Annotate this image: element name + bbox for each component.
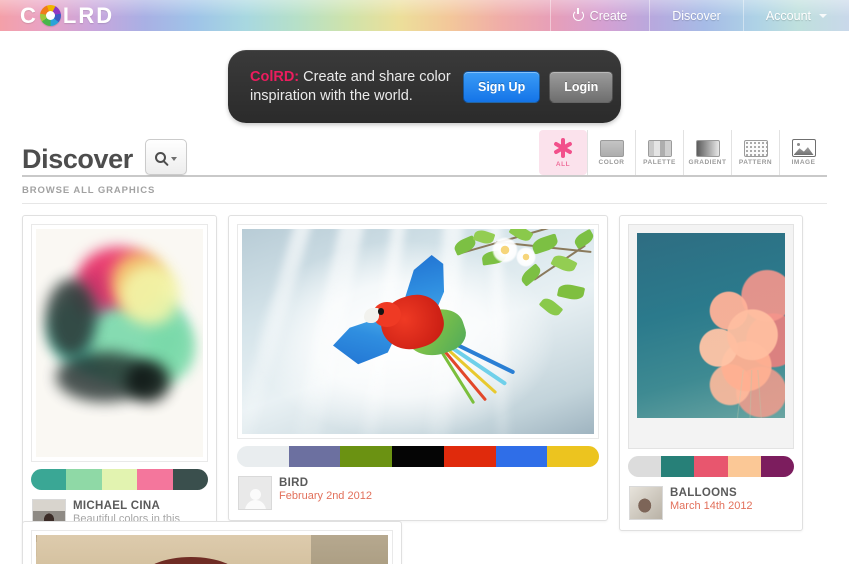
- search-icon: [154, 151, 166, 163]
- balloons-photo-image: [637, 233, 785, 418]
- promo-banner-region: ColRD: Create and share color inspiratio…: [0, 31, 849, 123]
- results-grid: MICHAEL CINA Beautiful colors in this ab…: [0, 204, 849, 564]
- page-title: Discover: [22, 144, 133, 174]
- filter-label-color: COLOR: [598, 158, 625, 166]
- nav-label-account: Account: [765, 8, 811, 23]
- filter-label-image: IMAGE: [791, 159, 816, 166]
- promo-brand-label: ColRD:: [250, 68, 300, 85]
- avatar[interactable]: [629, 486, 663, 520]
- filter-label-gradient: GRADIENT: [688, 158, 727, 166]
- power-icon: [572, 8, 584, 21]
- card-date: March 14th 2012: [670, 500, 753, 512]
- nav-label-discover: Discover: [672, 8, 721, 23]
- filter-gradient[interactable]: GRADIENT: [683, 130, 731, 175]
- palette-swatches-balloons[interactable]: [628, 456, 794, 477]
- results-scroll-area[interactable]: MICHAEL CINA Beautiful colors in this ab…: [0, 204, 849, 564]
- asterisk-icon: [552, 137, 574, 159]
- filter-button-group: ALL COLOR PALETTE GRADIENT PATTERN IMAGE: [539, 130, 827, 175]
- macaw-illustration: [341, 258, 524, 406]
- image-icon: [791, 139, 816, 157]
- logo-text-right: LRD: [62, 3, 115, 28]
- nav-item-discover[interactable]: Discover: [649, 0, 743, 31]
- color-swatch-icon: [599, 139, 624, 157]
- card-title[interactable]: MICHAEL CINA: [73, 499, 207, 513]
- login-button[interactable]: Login: [549, 70, 614, 103]
- promo-banner-actions: Sign Up Login: [463, 70, 614, 103]
- card-date: February 2nd 2012: [279, 490, 372, 502]
- browse-section-label: BROWSE ALL GRAPHICS: [22, 185, 156, 196]
- nav-item-create[interactable]: Create: [549, 0, 650, 31]
- promo-banner: ColRD: Create and share color inspiratio…: [228, 50, 621, 123]
- pattern-icon: [743, 139, 768, 157]
- card-partial-next-row[interactable]: [22, 521, 402, 564]
- top-navigation-bar: C LRD Create Discover Account: [0, 0, 849, 31]
- filter-label-pattern: PATTERN: [738, 158, 773, 166]
- color-wheel-icon: [39, 5, 61, 26]
- filter-label-palette: PALETTE: [643, 158, 676, 166]
- search-button[interactable]: [144, 139, 187, 175]
- bird-photo-image: [242, 229, 594, 434]
- chevron-down-icon: [170, 157, 177, 161]
- filter-label-all: ALL: [555, 161, 571, 168]
- palette-swatches-cina[interactable]: [31, 469, 208, 490]
- gradient-icon: [695, 139, 720, 157]
- promo-banner-text: ColRD: Create and share color inspiratio…: [250, 68, 455, 106]
- nav-label-create: Create: [589, 8, 628, 23]
- card-title[interactable]: BALLOONS: [670, 486, 793, 500]
- filter-all[interactable]: ALL: [539, 130, 587, 175]
- card-balloons[interactable]: BALLOONS March 14th 2012: [619, 215, 803, 531]
- wood-photo-image: [36, 535, 388, 564]
- partial-card-body: [22, 521, 402, 564]
- card-meta-balloons: BALLOONS March 14th 2012: [628, 477, 794, 522]
- chevron-down-icon: [819, 13, 827, 18]
- artwork-frame: [31, 224, 208, 462]
- filter-image[interactable]: IMAGE: [779, 130, 827, 175]
- nav-item-account[interactable]: Account: [742, 0, 849, 31]
- filter-pattern[interactable]: PATTERN: [731, 130, 779, 175]
- card-meta-bird: BIRD February 2nd 2012: [237, 467, 599, 512]
- polaroid-frame: [628, 224, 794, 449]
- filter-palette[interactable]: PALETTE: [635, 130, 683, 175]
- artwork-frame: [237, 224, 599, 439]
- filter-color[interactable]: COLOR: [587, 130, 635, 175]
- palette-swatches-bird[interactable]: [237, 446, 599, 467]
- main-nav: Create Discover Account: [549, 0, 849, 31]
- card-title[interactable]: BIRD: [279, 476, 598, 490]
- artwork-frame: [31, 530, 393, 564]
- card-michael-cina[interactable]: MICHAEL CINA Beautiful colors in this ab…: [22, 215, 217, 564]
- sign-up-button[interactable]: Sign Up: [463, 70, 541, 103]
- logo-text-left: C: [20, 3, 38, 28]
- abstract-painting-image: [36, 229, 203, 457]
- site-logo[interactable]: C LRD: [20, 0, 114, 31]
- palette-icon: [647, 139, 672, 157]
- card-bird[interactable]: BIRD February 2nd 2012: [228, 215, 608, 521]
- discover-toolbar: Discover ALL COLOR PALETTE GRADIENT PATT…: [0, 123, 849, 175]
- avatar[interactable]: [238, 476, 272, 510]
